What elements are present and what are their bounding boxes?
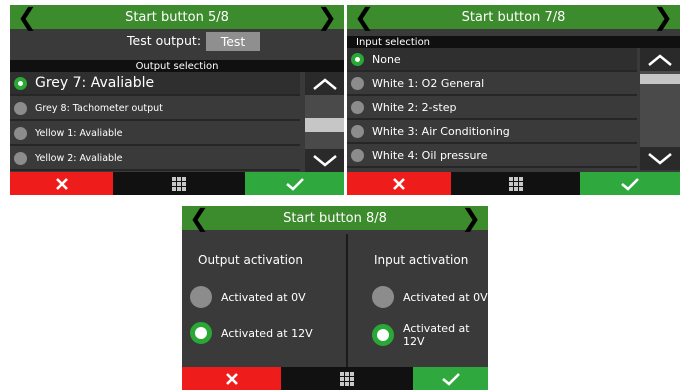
list-item-label: White 2: 2-step bbox=[372, 100, 457, 114]
list-item-label: Grey 7: Avaliable bbox=[35, 75, 155, 91]
option-label: Activated at 12V bbox=[221, 326, 313, 340]
radio-unselected-icon bbox=[351, 76, 364, 90]
chevron-right-icon[interactable]: ❯ bbox=[652, 5, 674, 29]
radio-unselected-icon bbox=[351, 124, 364, 138]
section-header: Output selection bbox=[10, 60, 344, 72]
radio-unselected-icon bbox=[190, 286, 212, 308]
chevron-up-icon bbox=[312, 77, 337, 90]
screen-header: ❮ Start button 8/8 ❯ bbox=[182, 206, 488, 230]
cancel-button[interactable] bbox=[10, 172, 113, 195]
footer-bar bbox=[182, 367, 488, 390]
chevron-left-icon[interactable]: ❮ bbox=[353, 5, 375, 29]
footer-bar bbox=[347, 172, 680, 195]
grid-menu-icon bbox=[172, 176, 186, 191]
screen-header: ❮ Start button 7/8 ❯ bbox=[347, 5, 680, 29]
section-header: Input selection bbox=[347, 36, 680, 48]
scrollbar[interactable] bbox=[640, 48, 680, 170]
test-output-label: Test output: bbox=[127, 33, 202, 48]
confirm-button[interactable] bbox=[580, 172, 680, 195]
menu-button[interactable] bbox=[113, 172, 245, 195]
list-item[interactable]: White 2: 2-step bbox=[347, 96, 637, 120]
section-label: Input selection bbox=[356, 36, 431, 48]
chevron-right-icon[interactable]: ❯ bbox=[316, 5, 338, 29]
test-button-label: Test bbox=[220, 34, 246, 49]
radio-unselected-icon bbox=[14, 101, 27, 115]
list-item[interactable]: Yellow 1: Avaliable bbox=[10, 122, 300, 146]
radio-unselected-icon bbox=[351, 148, 364, 162]
list-item-label: Yellow 1: Avaliable bbox=[35, 127, 123, 139]
cancel-button[interactable] bbox=[347, 172, 451, 195]
confirm-button[interactable] bbox=[413, 367, 488, 390]
input-option-0v[interactable]: Activated at 0V bbox=[372, 286, 488, 308]
radio-unselected-icon bbox=[14, 126, 27, 140]
screen-input-selection: ❮ Start button 7/8 ❯ Input selection Non… bbox=[347, 5, 680, 195]
scrollbar[interactable] bbox=[305, 72, 344, 172]
radio-unselected-icon bbox=[372, 286, 394, 308]
footer-bar bbox=[10, 172, 344, 195]
radio-unselected-icon bbox=[14, 151, 27, 165]
option-label: Activated at 12V bbox=[403, 322, 470, 348]
option-label: Activated at 0V bbox=[221, 290, 306, 304]
scroll-down-button[interactable] bbox=[305, 149, 344, 172]
close-icon bbox=[55, 177, 68, 190]
list-item-label: None bbox=[372, 52, 401, 66]
screen-title: Start button 5/8 bbox=[125, 9, 229, 25]
list-item-label: Grey 8: Tachometer output bbox=[35, 102, 163, 114]
input-activation-column: Input activation Activated at 0V Activat… bbox=[348, 234, 488, 368]
list-item[interactable]: White 4: Oil pressure bbox=[347, 144, 637, 168]
scroll-thumb[interactable] bbox=[305, 118, 344, 132]
screen-output-selection: ❮ Start button 5/8 ❯ Test output: Test O… bbox=[10, 5, 344, 195]
radio-selected-icon bbox=[14, 76, 27, 90]
scroll-thumb[interactable] bbox=[640, 74, 680, 84]
menu-button[interactable] bbox=[281, 367, 413, 390]
grid-menu-icon bbox=[340, 371, 354, 386]
radio-unselected-icon bbox=[351, 100, 364, 114]
screen-title: Start button 8/8 bbox=[283, 210, 387, 226]
list-item[interactable]: White 3: Air Conditioning bbox=[347, 120, 637, 144]
chevron-down-icon bbox=[312, 154, 337, 167]
radio-selected-icon bbox=[190, 322, 212, 344]
list-item[interactable]: None bbox=[347, 48, 637, 72]
option-label: Activated at 0V bbox=[403, 290, 488, 304]
grid-menu-icon bbox=[508, 176, 523, 191]
radio-selected-icon bbox=[351, 52, 364, 66]
chevron-left-icon[interactable]: ❮ bbox=[16, 5, 38, 29]
list-item-label: White 4: Oil pressure bbox=[372, 148, 488, 162]
checkmark-icon bbox=[621, 177, 639, 191]
radio-selected-icon bbox=[372, 324, 394, 346]
close-icon bbox=[393, 177, 405, 190]
close-icon bbox=[225, 372, 238, 385]
confirm-button[interactable] bbox=[245, 172, 344, 195]
menu-button[interactable] bbox=[451, 172, 580, 195]
scroll-down-button[interactable] bbox=[640, 147, 680, 170]
list-item-label: White 3: Air Conditioning bbox=[372, 124, 510, 138]
chevron-right-icon[interactable]: ❯ bbox=[460, 206, 482, 230]
screen-title: Start button 7/8 bbox=[461, 9, 566, 25]
input-activation-heading: Input activation bbox=[374, 253, 469, 267]
screen-activation: ❮ Start button 8/8 ❯ Output activation A… bbox=[182, 206, 488, 390]
chevron-down-icon bbox=[648, 152, 672, 165]
scroll-up-button[interactable] bbox=[640, 48, 680, 71]
output-option-12v[interactable]: Activated at 12V bbox=[190, 322, 313, 344]
list-item-label: Yellow 2: Avaliable bbox=[35, 152, 123, 164]
input-option-12v[interactable]: Activated at 12V bbox=[372, 322, 488, 348]
test-output-row: Test output: Test bbox=[10, 29, 344, 53]
list-item[interactable]: Grey 7: Avaliable bbox=[10, 72, 300, 96]
list-item[interactable]: Grey 8: Tachometer output bbox=[10, 97, 300, 121]
chevron-up-icon bbox=[648, 53, 672, 66]
cancel-button[interactable] bbox=[182, 367, 281, 390]
test-button[interactable]: Test bbox=[206, 32, 260, 51]
output-option-0v[interactable]: Activated at 0V bbox=[190, 286, 306, 308]
section-label: Output selection bbox=[135, 60, 219, 72]
list-item[interactable]: White 1: O2 General bbox=[347, 72, 637, 96]
checkmark-icon bbox=[285, 177, 304, 191]
list-item[interactable]: Yellow 2: Avaliable bbox=[10, 147, 300, 171]
list-item-label: White 1: O2 General bbox=[372, 76, 485, 90]
chevron-left-icon[interactable]: ❮ bbox=[188, 206, 210, 230]
checkmark-icon bbox=[441, 372, 460, 386]
output-activation-heading: Output activation bbox=[198, 253, 303, 267]
scroll-up-button[interactable] bbox=[305, 72, 344, 95]
screen-header: ❮ Start button 5/8 ❯ bbox=[10, 5, 344, 29]
output-activation-column: Output activation Activated at 0V Activa… bbox=[182, 234, 346, 368]
